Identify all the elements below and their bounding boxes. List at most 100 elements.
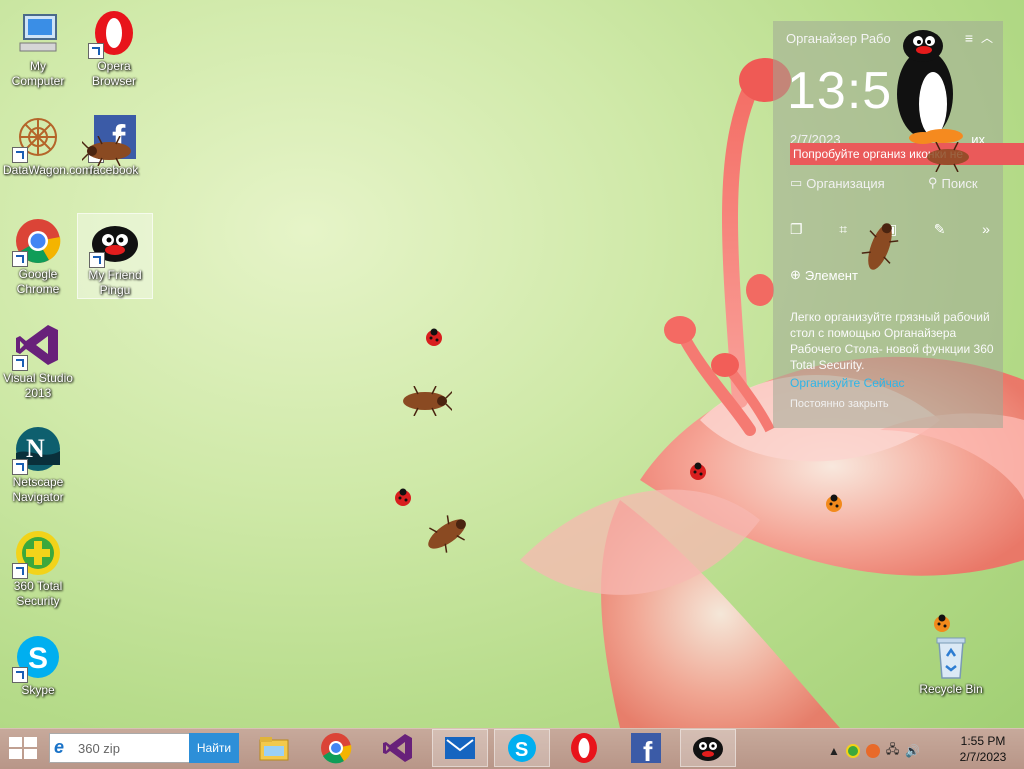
computer-icon — [14, 9, 62, 57]
360-security-tray-icon[interactable] — [845, 743, 860, 758]
svg-text:S: S — [28, 642, 48, 675]
pingu-icon — [693, 737, 723, 761]
ladybug-sprite — [826, 494, 842, 512]
desktop-icon-label: My Computer — [11, 59, 65, 88]
shortcut-arrow-icon — [12, 147, 28, 163]
organizer-description: Легко организуйте грязный рабочий стол с… — [790, 310, 994, 372]
organizer-clock: 13:5 — [787, 62, 893, 120]
shortcut-arrow-icon — [12, 355, 28, 371]
cockroach-sprite — [403, 386, 452, 416]
internet-explorer-icon: e — [54, 737, 65, 757]
desktop-icon-skype[interactable]: S Skype — [1, 629, 75, 698]
taskbar-chrome[interactable] — [308, 729, 364, 767]
desktop-icon-label: 360 Total Security — [13, 579, 63, 608]
hamburger-menu-icon[interactable]: ≡ — [965, 30, 973, 46]
desktop-icon-label: Visual Studio 2013 — [3, 371, 73, 400]
desktop-icon-label: Opera Browser — [91, 59, 136, 88]
shortcut-arrow-icon — [12, 667, 28, 683]
system-tray: ▲ 🖧 🔊 — [828, 740, 920, 761]
visual-studio-icon — [12, 321, 62, 371]
cockroach-sprite — [82, 136, 131, 166]
organizer-search-button[interactable]: ⚲ Поиск — [928, 175, 978, 191]
desktop-icon-netscape[interactable]: N Netscape Navigator — [1, 421, 75, 505]
shortcut-arrow-icon — [12, 459, 28, 475]
ladybug-sprite — [426, 328, 442, 346]
taskbar-search-button[interactable]: Найти — [189, 733, 239, 763]
desktop-icon-label: Skype — [21, 683, 55, 697]
note-icon[interactable]: ✎ — [934, 221, 946, 238]
windows-logo-icon — [9, 737, 37, 759]
facebook-icon: f — [631, 733, 661, 764]
desktop-icon-label: Google Chrome — [16, 267, 60, 296]
svg-text:S: S — [515, 739, 528, 761]
cockroach-sprite — [428, 515, 466, 553]
opera-icon — [88, 9, 138, 59]
shortcut-arrow-icon — [89, 252, 105, 268]
file-explorer-icon — [259, 737, 289, 761]
360-security-icon — [12, 529, 62, 579]
pingu-icon — [89, 218, 139, 268]
organize-now-link[interactable]: Организуйте Сейчас — [790, 376, 905, 390]
add-element-button[interactable]: ⊕ Элемент — [790, 267, 858, 283]
plus-circle-icon: ⊕ — [790, 267, 801, 282]
taskbar-file-explorer[interactable] — [246, 729, 302, 767]
desktop-icon-datawagon[interactable]: DataWagon.com — [1, 109, 92, 178]
taskbar-time: 1:55 PM — [960, 734, 1006, 748]
taskbar-facebook[interactable]: f — [618, 729, 674, 767]
taskbar-search-box: e — [49, 733, 191, 763]
pingu-penguin-sprite — [897, 30, 963, 144]
taskbar-search-input[interactable] — [76, 734, 190, 762]
copy-icon[interactable]: ❐ — [790, 221, 803, 238]
desktop-icon-label: Recycle Bin — [919, 682, 983, 696]
taskbar-clock[interactable]: 1:55 PM 2/7/2023 — [950, 733, 1016, 765]
search-label: Поиск — [941, 175, 978, 191]
desktop-icon-chrome[interactable]: Google Chrome — [1, 213, 75, 297]
datawagon-icon — [12, 113, 62, 163]
close-forever-link[interactable]: Постоянно закрыть — [790, 398, 889, 410]
cockroach-sprite — [861, 223, 899, 270]
shortcut-arrow-icon — [12, 563, 28, 579]
ladybug-sprite — [934, 614, 950, 632]
desktop-icon-recycle-bin[interactable]: Recycle Bin — [912, 628, 990, 697]
organize-button[interactable]: ▭ Организация — [790, 175, 885, 191]
security-shield-icon[interactable] — [865, 743, 880, 758]
show-hidden-icons-icon[interactable]: ▲ — [828, 744, 840, 758]
double-chevron-right-icon[interactable]: » — [982, 221, 990, 238]
svg-text:N: N — [26, 434, 45, 463]
search-icon: ⚲ — [928, 175, 938, 190]
taskbar-skype[interactable]: S — [494, 729, 550, 767]
ladybug-sprite — [690, 462, 706, 480]
desktop-icon-visual-studio[interactable]: Visual Studio 2013 — [1, 317, 75, 401]
taskbar-visual-studio[interactable] — [370, 729, 426, 767]
network-icon[interactable]: 🖧 — [886, 740, 899, 761]
monitor-icon: ▭ — [790, 175, 803, 190]
organizer-title: Органайзер Рабо — [786, 31, 891, 46]
chrome-icon — [321, 733, 352, 764]
visual-studio-icon — [383, 734, 412, 762]
chevron-up-icon[interactable]: ︿ — [981, 29, 993, 46]
taskbar-mail[interactable] — [432, 729, 488, 767]
desktop-icon-opera[interactable]: Opera Browser — [77, 5, 151, 89]
desktop-icon-label: Netscape Navigator — [12, 475, 64, 504]
taskbar-pingu[interactable] — [680, 729, 736, 767]
skype-icon: S — [508, 734, 536, 762]
start-button[interactable] — [8, 736, 38, 760]
desktop-icon-label: My Friend Pingu — [88, 268, 142, 297]
element-label: Элемент — [804, 267, 858, 283]
netscape-icon: N — [12, 425, 62, 475]
svg-text:f: f — [643, 736, 653, 764]
ladybug-sprite — [395, 488, 411, 506]
cockroach-sprite — [927, 142, 969, 172]
crop-icon[interactable]: ⌗ — [839, 221, 847, 238]
mail-icon — [445, 737, 475, 759]
desktop-icon-my-computer[interactable]: My Computer — [1, 5, 75, 89]
desktop-icon-360-security[interactable]: 360 Total Security — [1, 525, 75, 609]
organize-label: Организация — [806, 175, 885, 191]
volume-icon[interactable]: 🔊 — [905, 744, 920, 758]
opera-icon — [571, 733, 597, 763]
taskbar-opera[interactable] — [556, 729, 612, 767]
taskbar-date: 2/7/2023 — [959, 750, 1007, 764]
chrome-icon — [12, 217, 62, 267]
skype-icon: S — [12, 633, 62, 683]
desktop-icon-pingu[interactable]: My Friend Pingu — [77, 213, 153, 299]
